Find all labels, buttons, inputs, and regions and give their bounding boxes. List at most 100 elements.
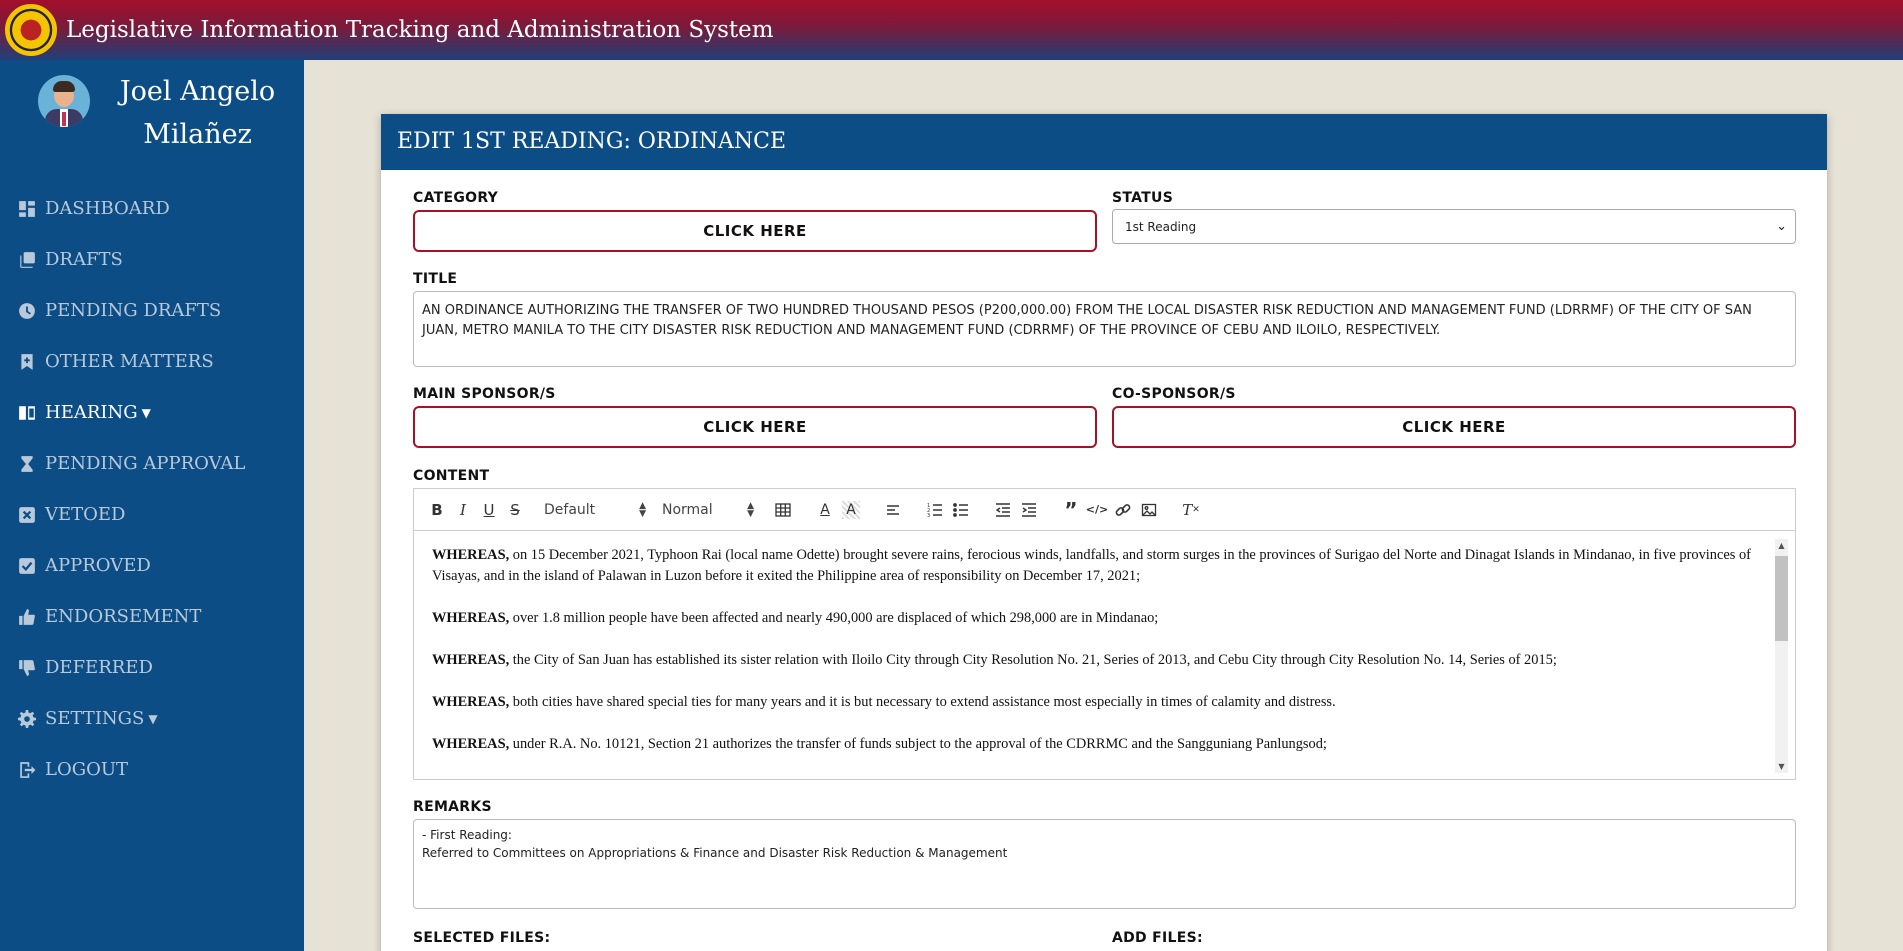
- remarks-line: Referred to Committees on Appropriations…: [422, 846, 1008, 860]
- remarks-label: REMARKS: [413, 799, 492, 815]
- clock-icon: [18, 302, 36, 320]
- nav-item-endorsement[interactable]: ENDORSEMENT: [0, 591, 304, 642]
- editor-toolbar: B I U S Default ▲ ▼ Normal ▲ ▼ A A 123 ” </>…: [413, 488, 1796, 530]
- paragraph-text: on 15 December 2021, Typhoon Rai (local …: [432, 547, 1751, 584]
- nav-item-drafts[interactable]: DRAFTS: [0, 234, 304, 285]
- paragraph-lead: WHEREAS,: [432, 736, 510, 752]
- paragraph-text: both cities have shared special ties for…: [512, 694, 1336, 710]
- title-label: TITLE: [413, 271, 458, 287]
- user-avatar-icon: [38, 75, 90, 127]
- nav-item-hearing[interactable]: HEARING ▼: [0, 387, 304, 438]
- book-open-icon: [18, 404, 36, 422]
- underline-icon[interactable]: U: [476, 497, 502, 523]
- scroll-up-icon[interactable]: ▲: [1775, 541, 1788, 550]
- nav-label: LOGOUT: [45, 759, 129, 780]
- nav-item-pending-approval[interactable]: PENDING APPROVAL: [0, 438, 304, 489]
- up-down-arrows-icon: ▲ ▼: [747, 500, 754, 519]
- paragraph-lead: WHEREAS,: [432, 694, 510, 710]
- italic-icon[interactable]: I: [450, 497, 476, 523]
- font-size-value: Normal: [662, 501, 713, 518]
- co-sponsor-label: CO-SPONSOR/S: [1112, 386, 1236, 402]
- font-family-dropdown[interactable]: Default ▲ ▼: [544, 500, 646, 519]
- nav-label: APPROVED: [45, 555, 151, 576]
- scrollbar-thumb[interactable]: [1775, 556, 1788, 641]
- status-select[interactable]: 1st Reading ⌄: [1112, 209, 1796, 244]
- bold-icon[interactable]: B: [424, 497, 450, 523]
- nav-item-dashboard[interactable]: DASHBOARD: [0, 183, 304, 234]
- nav-label: ENDORSEMENT: [45, 606, 202, 627]
- code-icon[interactable]: </>: [1084, 497, 1110, 523]
- up-down-arrows-icon: ▲ ▼: [639, 500, 646, 519]
- bullet-list-icon[interactable]: [948, 497, 974, 523]
- nav-label: DASHBOARD: [45, 198, 170, 219]
- nav-label: PENDING DRAFTS: [45, 300, 222, 321]
- chevron-down-icon: ⌄: [1776, 219, 1787, 234]
- blockquote-icon[interactable]: ”: [1058, 497, 1084, 523]
- thumbs-up-icon: [18, 608, 36, 626]
- table-icon[interactable]: [770, 497, 796, 523]
- title-textarea[interactable]: AN ORDINANCE AUTHORIZING THE TRANSFER OF…: [413, 291, 1796, 367]
- remarks-textarea[interactable]: - First Reading: Referred to Committees …: [413, 819, 1796, 909]
- outdent-icon[interactable]: [990, 497, 1016, 523]
- check-square-icon: [18, 557, 36, 575]
- co-sponsor-button[interactable]: CLICK HERE: [1112, 406, 1796, 448]
- nav-item-settings[interactable]: SETTINGS ▼: [0, 693, 304, 744]
- bookmark-plus-icon: [18, 353, 36, 371]
- nav-item-deferred[interactable]: DEFERRED: [0, 642, 304, 693]
- editor-scrollbar[interactable]: ▲ ▼: [1775, 539, 1788, 773]
- nav-item-vetoed[interactable]: VETOED: [0, 489, 304, 540]
- user-name: Joel Angelo Milañez: [119, 76, 276, 150]
- paragraph-lead: WHEREAS,: [432, 547, 510, 563]
- main-sponsor-button[interactable]: CLICK HERE: [413, 406, 1097, 448]
- ordered-list-icon[interactable]: 123: [922, 497, 948, 523]
- nav-label: DRAFTS: [45, 249, 123, 270]
- dashboard-icon: [18, 200, 36, 218]
- content-label: CONTENT: [413, 468, 490, 484]
- font-family-value: Default: [544, 501, 596, 518]
- content-paragraph: WHEREAS, over 1.8 million people have be…: [432, 608, 1772, 629]
- nav-label: DEFERRED: [45, 657, 153, 678]
- image-icon[interactable]: [1136, 497, 1162, 523]
- font-size-dropdown[interactable]: Normal ▲ ▼: [662, 500, 754, 519]
- text-color-icon[interactable]: A: [812, 497, 838, 523]
- nav-item-logout[interactable]: LOGOUT: [0, 744, 304, 795]
- nav-label: SETTINGS: [45, 708, 145, 729]
- svg-text:3: 3: [927, 513, 930, 518]
- nav-item-other-matters[interactable]: OTHER MATTERS: [0, 336, 304, 387]
- thumbs-down-icon: [18, 659, 36, 677]
- paragraph-lead: WHEREAS,: [432, 610, 510, 626]
- add-files-label: ADD FILES:: [1112, 930, 1203, 946]
- strikethrough-icon[interactable]: S: [502, 497, 528, 523]
- remarks-line: - First Reading:: [422, 828, 512, 842]
- user-profile: Joel Angelo Milañez: [0, 60, 304, 170]
- content-editor[interactable]: WHEREAS, on 15 December 2021, Typhoon Ra…: [413, 530, 1796, 780]
- indent-icon[interactable]: [1016, 497, 1042, 523]
- sidebar: Joel Angelo Milañez DASHBOARD DRAFTS PEN…: [0, 60, 304, 951]
- paragraph-lead: WHEREAS,: [432, 652, 510, 668]
- status-value: 1st Reading: [1125, 219, 1197, 234]
- clear-format-icon[interactable]: T ✕: [1178, 497, 1204, 523]
- edit-form-card: EDIT 1ST READING: ORDINANCE CATEGORY CLI…: [381, 114, 1827, 951]
- paragraph-text: the City of San Juan has established its…: [512, 652, 1557, 668]
- main-sponsor-label: MAIN SPONSOR/S: [413, 386, 556, 402]
- background-color-icon[interactable]: A: [842, 500, 860, 519]
- paragraph-text: over 1.8 million people have been affect…: [512, 610, 1159, 626]
- caret-down-icon: ▼: [141, 405, 151, 420]
- align-left-icon[interactable]: [880, 497, 906, 523]
- nav-label: HEARING: [45, 402, 138, 423]
- content-paragraph: WHEREAS, under R.A. No. 10121, Section 2…: [432, 734, 1772, 755]
- nav-label: OTHER MATTERS: [45, 351, 214, 372]
- top-header-bar: Legislative Information Tracking and Adm…: [0, 0, 1903, 60]
- app-title: Legislative Information Tracking and Adm…: [66, 17, 774, 43]
- category-select-button[interactable]: CLICK HERE: [413, 210, 1097, 252]
- x-square-icon: [18, 506, 36, 524]
- city-seal-icon: [5, 4, 57, 56]
- nav-item-pending-drafts[interactable]: PENDING DRAFTS: [0, 285, 304, 336]
- scroll-down-icon[interactable]: ▼: [1775, 762, 1788, 771]
- category-label: CATEGORY: [413, 190, 499, 206]
- copy-icon: [18, 251, 36, 269]
- nav-item-approved[interactable]: APPROVED: [0, 540, 304, 591]
- selected-files-label: SELECTED FILES:: [413, 930, 551, 946]
- form-heading: EDIT 1ST READING: ORDINANCE: [381, 114, 1827, 170]
- link-icon[interactable]: [1110, 497, 1136, 523]
